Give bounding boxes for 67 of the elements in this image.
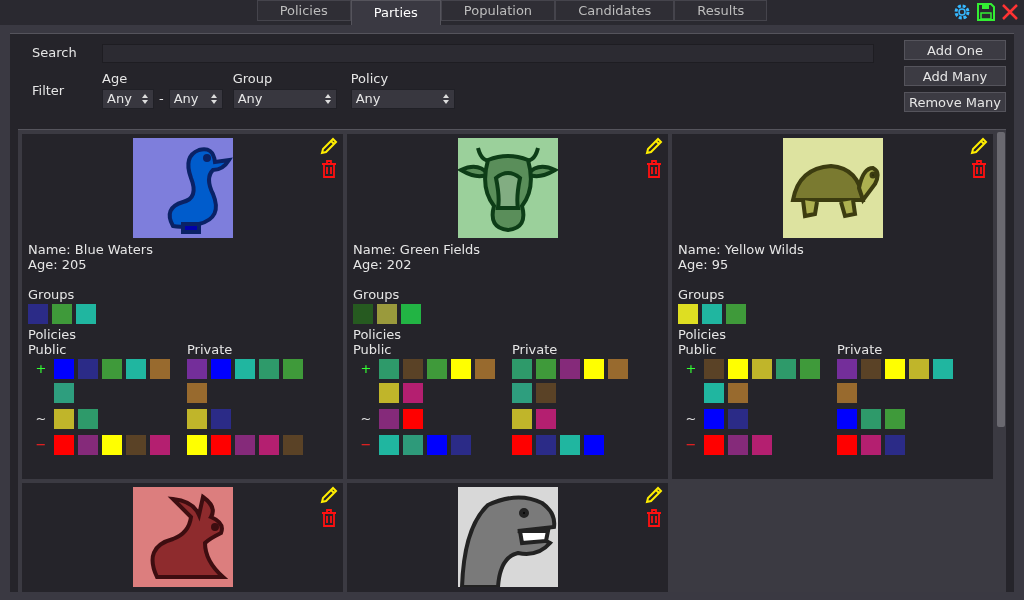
search-label: Search — [31, 44, 78, 63]
stance-sign: ~ — [34, 410, 48, 428]
turtle-icon — [790, 164, 880, 219]
public-label: Public — [678, 342, 718, 357]
trash-icon[interactable] — [321, 160, 337, 178]
private-label: Private — [512, 342, 558, 357]
edit-icon[interactable] — [644, 485, 664, 505]
stance-sign: − — [684, 436, 698, 454]
rabbit-icon — [150, 495, 225, 579]
stance-sign: + — [34, 360, 48, 378]
age-label: Age — [102, 70, 129, 88]
private-label: Private — [187, 342, 233, 357]
edit-icon[interactable] — [319, 485, 339, 505]
edit-icon[interactable] — [644, 136, 664, 156]
policy-label: Policy — [350, 70, 390, 88]
dropdown[interactable]: Any — [350, 88, 455, 109]
edit-icon[interactable] — [969, 136, 989, 156]
filter-label: Filter — [31, 82, 66, 100]
stance-sign: − — [34, 436, 48, 454]
group-label: Group — [232, 70, 274, 88]
public-label: Public — [28, 342, 68, 357]
party-name: Name: Blue Waters — [28, 242, 154, 257]
updown-icon — [323, 92, 332, 105]
stance-sign: + — [684, 360, 698, 378]
party-name: Name: Yellow Wilds — [678, 242, 805, 257]
tab[interactable]: Population — [440, 0, 556, 21]
action-button[interactable]: Add One — [904, 40, 1006, 60]
edit-icon[interactable] — [319, 136, 339, 156]
updown-icon — [141, 92, 149, 105]
save-icon[interactable] — [976, 2, 996, 22]
groups-label: Groups — [353, 287, 401, 302]
dropdown[interactable]: Any — [232, 88, 337, 109]
updown-icon — [209, 92, 218, 105]
party-name: Name: Green Fields — [353, 242, 482, 257]
action-button[interactable]: Remove Many — [904, 92, 1006, 112]
scrollbar-thumb[interactable] — [997, 132, 1005, 427]
party-age: Age: 95 — [678, 257, 730, 272]
party-age: Age: 205 — [28, 257, 88, 272]
duck-icon — [167, 147, 231, 234]
tab[interactable]: Policies — [256, 0, 351, 21]
cow-icon — [458, 146, 557, 232]
dropdown[interactable]: Any — [102, 88, 154, 109]
stance-sign: ~ — [359, 410, 373, 428]
tab[interactable]: Candidates — [555, 0, 675, 21]
policies-label: Policies — [678, 327, 728, 342]
private-label: Private — [837, 342, 883, 357]
trash-icon[interactable] — [646, 160, 662, 178]
settings-icon[interactable] — [952, 2, 972, 22]
action-button[interactable]: Add Many — [904, 66, 1006, 86]
trash-icon[interactable] — [321, 509, 337, 527]
tab[interactable]: Results — [674, 0, 768, 21]
groups-label: Groups — [28, 287, 76, 302]
party-age: Age: 202 — [353, 257, 413, 272]
public-label: Public — [353, 342, 393, 357]
updown-icon — [441, 92, 450, 105]
trash-icon[interactable] — [646, 509, 662, 527]
stance-sign: + — [359, 360, 373, 378]
policies-label: Policies — [28, 327, 78, 342]
tab[interactable]: Parties — [350, 0, 441, 25]
groups-label: Groups — [678, 287, 726, 302]
stance-sign: − — [359, 436, 373, 454]
close-icon[interactable] — [1000, 2, 1020, 22]
trash-icon[interactable] — [971, 160, 987, 178]
range-separator: - — [159, 89, 164, 108]
stance-sign: ~ — [684, 410, 698, 428]
dropdown[interactable]: Any — [168, 88, 223, 109]
policies-label: Policies — [353, 327, 403, 342]
